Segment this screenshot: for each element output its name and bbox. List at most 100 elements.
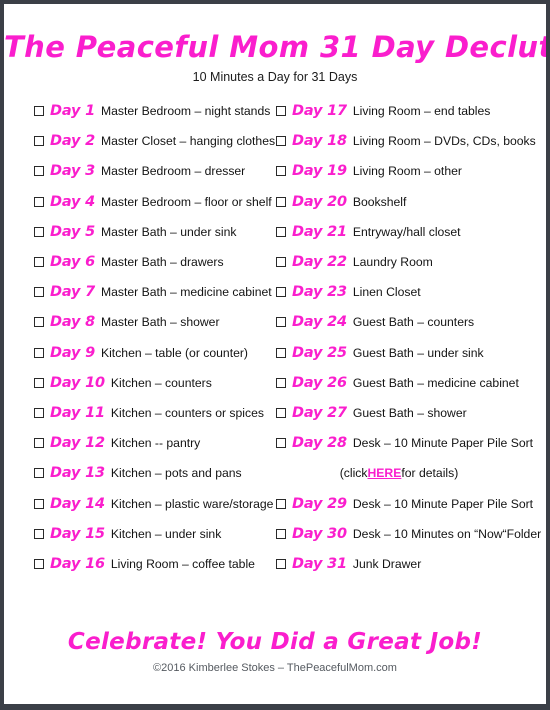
checkbox-icon[interactable] — [276, 287, 286, 298]
checkbox-icon[interactable] — [276, 407, 286, 418]
checklist-column-left: Day 1 Master Bedroom – night stands Day 2 M… — [34, 96, 284, 579]
task-label: Guest Bath – shower — [352, 405, 467, 420]
page-header: The Peaceful Mom 31 Day Declutter 10 Min… — [4, 4, 546, 84]
day-label: Day 15 — [50, 525, 105, 542]
checklist-row[interactable]: Day 20 Bookshelf — [276, 187, 544, 217]
day-label: Day 25 — [292, 344, 347, 361]
day-label: Day 21 — [292, 223, 347, 240]
day-label: Day 26 — [292, 374, 347, 391]
checklist-row[interactable]: Day 26 Guest Bath – medicine cabinet — [276, 368, 544, 398]
checklist-row[interactable]: Day 10 Kitchen – counters — [34, 368, 284, 398]
checklist-row[interactable]: Day 6 Master Bath – drawers — [34, 247, 284, 277]
task-label: Junk Drawer — [352, 556, 422, 571]
checkbox-icon[interactable] — [34, 498, 44, 509]
checklist-row[interactable]: Day 29 Desk – 10 Minute Paper Pile Sort — [276, 488, 544, 518]
task-label: Living Room – end tables — [352, 104, 491, 119]
day-label: Day 3 — [50, 163, 95, 180]
task-label: Entryway/hall closet — [352, 224, 461, 239]
checkbox-icon[interactable] — [276, 166, 286, 177]
checklist-row[interactable]: Day 19 Living Room – other — [276, 156, 544, 186]
day-label: Day 11 — [50, 404, 105, 421]
day-label: Day 1 — [50, 103, 95, 120]
checklist-row[interactable]: Day 16 Living Room – coffee table — [34, 549, 284, 579]
checkbox-icon[interactable] — [34, 528, 44, 539]
checkbox-icon[interactable] — [276, 317, 286, 328]
checklist-row[interactable]: Day 31 Junk Drawer — [276, 549, 544, 579]
task-label: Desk – 10 Minutes on “Now“Folder — [352, 526, 542, 541]
checkbox-icon[interactable] — [276, 528, 286, 539]
checklist-row[interactable]: Day 28 Desk – 10 Minute Paper Pile Sort — [276, 428, 544, 458]
task-label: Linen Closet — [352, 285, 421, 300]
checklist-row[interactable]: Day 14 Kitchen – plastic ware/storage — [34, 488, 284, 518]
checkbox-icon[interactable] — [34, 317, 44, 328]
checkbox-icon[interactable] — [276, 498, 286, 509]
task-label: Master Bedroom – floor or shelf — [100, 194, 272, 209]
task-label: Master Bath – under sink — [100, 224, 237, 239]
day-label: Day 8 — [50, 314, 95, 331]
checklist-row[interactable]: Day 3 Master Bedroom – dresser — [34, 156, 284, 186]
checklist-row[interactable]: Day 15 Kitchen – under sink — [34, 519, 284, 549]
task-label: Master Bedroom – dresser — [100, 164, 246, 179]
checkbox-icon[interactable] — [276, 226, 286, 237]
note-suffix: for details) — [401, 466, 459, 481]
checklist-row[interactable]: Day 18 Living Room – DVDs, CDs, books — [276, 126, 544, 156]
task-label: Master Bath – shower — [100, 315, 220, 330]
checklist-row[interactable]: Day 23 Linen Closet — [276, 277, 544, 307]
task-label: Guest Bath – counters — [352, 315, 475, 330]
checkbox-icon[interactable] — [276, 377, 286, 388]
checkbox-icon[interactable] — [34, 136, 44, 147]
checkbox-icon[interactable] — [34, 257, 44, 268]
checklist-row[interactable]: Day 1 Master Bedroom – night stands — [34, 96, 284, 126]
checkbox-icon[interactable] — [34, 226, 44, 237]
checklist-row[interactable]: Day 4 Master Bedroom – floor or shelf — [34, 187, 284, 217]
checkbox-icon[interactable] — [276, 136, 286, 147]
checklist-row[interactable]: Day 21 Entryway/hall closet — [276, 217, 544, 247]
task-label: Kitchen – pots and pans — [110, 466, 242, 481]
checkbox-icon[interactable] — [34, 558, 44, 569]
page-subtitle: 10 Minutes a Day for 31 Days — [192, 70, 358, 84]
checkbox-icon[interactable] — [34, 287, 44, 298]
checkbox-icon[interactable] — [276, 347, 286, 358]
day-label: Day 30 — [292, 525, 347, 542]
day-label: Day 2 — [50, 133, 95, 150]
checklist-row[interactable]: Day 27 Guest Bath – shower — [276, 398, 544, 428]
task-label: Living Room – DVDs, CDs, books — [352, 134, 536, 149]
checklist-row[interactable]: Day 11 Kitchen – counters or spices — [34, 398, 284, 428]
checklist-row[interactable]: Day 13 Kitchen – pots and pans — [34, 458, 284, 488]
checklist-row[interactable]: Day 17 Living Room – end tables — [276, 96, 544, 126]
day-label: Day 4 — [50, 193, 95, 210]
details-here-link[interactable]: HERE — [367, 466, 401, 480]
checklist-row[interactable]: Day 9 Kitchen – table (or counter) — [34, 338, 284, 368]
day-label: Day 24 — [292, 314, 347, 331]
day-label: Day 31 — [292, 555, 347, 572]
day-label: Day 17 — [292, 103, 347, 120]
checklist-row[interactable]: Day 30 Desk – 10 Minutes on “Now“Folder — [276, 519, 544, 549]
day-label: Day 29 — [292, 495, 347, 512]
task-label: Kitchen – counters — [110, 375, 212, 390]
checkbox-icon[interactable] — [276, 196, 286, 207]
checkbox-icon[interactable] — [34, 166, 44, 177]
checkbox-icon[interactable] — [34, 106, 44, 117]
checklist-row[interactable]: Day 7 Master Bath – medicine cabinet — [34, 277, 284, 307]
checkbox-icon[interactable] — [276, 438, 286, 449]
checklist-row[interactable]: Day 22 Laundry Room — [276, 247, 544, 277]
day-label: Day 10 — [50, 374, 105, 391]
checklist-row[interactable]: Day 24 Guest Bath – counters — [276, 307, 544, 337]
checklist-row[interactable]: Day 8 Master Bath – shower — [34, 307, 284, 337]
checkbox-icon[interactable] — [34, 468, 44, 479]
task-label: Master Bath – drawers — [100, 255, 224, 270]
checkbox-icon[interactable] — [34, 407, 44, 418]
checkbox-icon[interactable] — [276, 257, 286, 268]
checklist-row[interactable]: Day 25 Guest Bath – under sink — [276, 338, 544, 368]
checkbox-icon[interactable] — [276, 106, 286, 117]
checklist-row[interactable]: Day 2 Master Closet – hanging clothes — [34, 126, 284, 156]
copyright-line: ©2016 Kimberlee Stokes – ThePeacefulMom.… — [153, 662, 397, 674]
checkbox-icon[interactable] — [34, 347, 44, 358]
day-label: Day 6 — [50, 254, 95, 271]
checkbox-icon[interactable] — [276, 558, 286, 569]
checklist-row[interactable]: Day 5 Master Bath – under sink — [34, 217, 284, 247]
checkbox-icon[interactable] — [34, 438, 44, 449]
checklist-row[interactable]: Day 12 Kitchen -- pantry — [34, 428, 284, 458]
checkbox-icon[interactable] — [34, 377, 44, 388]
checkbox-icon[interactable] — [34, 196, 44, 207]
